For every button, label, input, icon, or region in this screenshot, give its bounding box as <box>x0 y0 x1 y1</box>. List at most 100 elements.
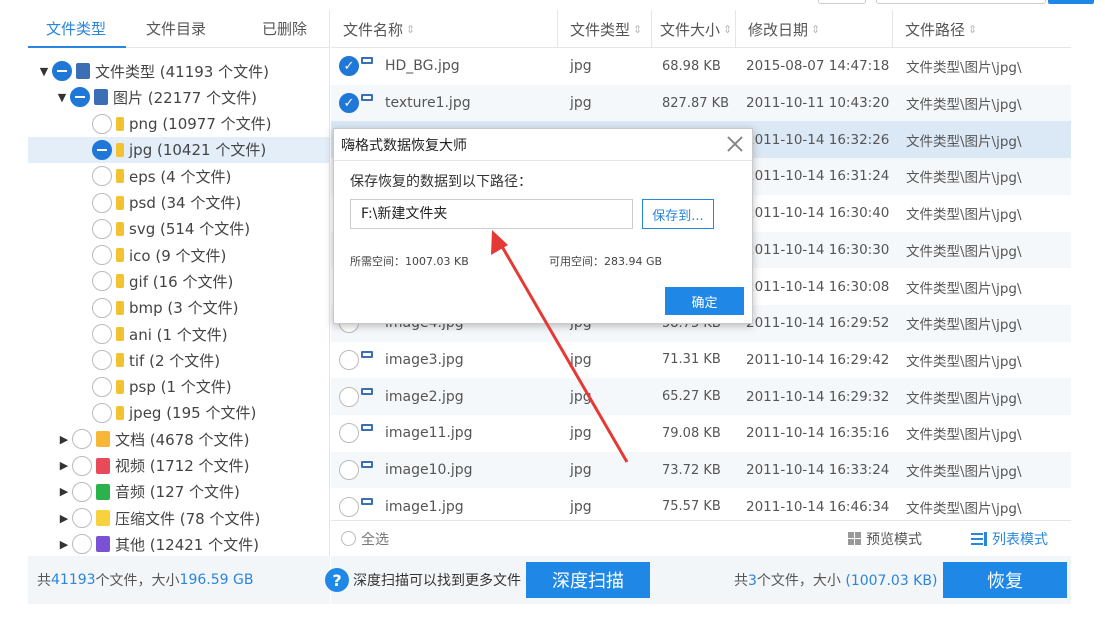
tree-node-ico[interactable]: ico (9 个文件) <box>28 242 329 268</box>
expand-right-icon[interactable]: ▶ <box>58 433 70 446</box>
summary-mid: 个文件，大小 <box>95 573 180 589</box>
tree-node-other[interactable]: ▶ 其他 (12421 个文件) <box>58 531 259 557</box>
select-all[interactable]: 全选 <box>331 529 389 549</box>
tree-node-other[interactable]: ▶ 视频 (1712 个文件) <box>58 453 249 479</box>
expand-down-icon[interactable]: ▼ <box>38 65 50 78</box>
toolbar-dropdown[interactable] <box>818 0 866 4</box>
row-checkbox[interactable]: ✓ <box>339 56 359 77</box>
file-icon <box>116 274 124 289</box>
row-checkbox[interactable] <box>339 349 359 370</box>
tree-checkbox[interactable] <box>92 113 112 134</box>
file-type: jpg <box>570 425 592 442</box>
tree-node-bmp[interactable]: bmp (3 个文件) <box>28 295 329 321</box>
select-all-label: 全选 <box>361 531 389 548</box>
tree-checkbox[interactable] <box>72 508 92 529</box>
tree-checkbox[interactable] <box>70 87 90 108</box>
tree-checkbox[interactable] <box>92 376 112 397</box>
file-icon <box>116 195 124 210</box>
search-button[interactable] <box>1048 0 1094 4</box>
tree-checkbox[interactable] <box>72 534 92 555</box>
tree-checkbox[interactable] <box>92 139 112 160</box>
tree-node-gif[interactable]: gif (16 个文件) <box>28 268 329 294</box>
tree-checkbox[interactable] <box>92 271 112 292</box>
search-box[interactable] <box>876 0 1046 4</box>
category-icon <box>96 510 110 527</box>
tree-node-psp[interactable]: psp (1 个文件) <box>28 374 329 400</box>
table-row[interactable]: image3.jpg jpg 71.31 KB 2011-10-14 16:29:42… <box>331 342 1071 379</box>
col-file-type[interactable]: 文件类型 ⇕ <box>558 10 652 48</box>
list-mode-button[interactable]: 列表模式 <box>971 529 1048 549</box>
tree-node-tif[interactable]: tif (2 个文件) <box>28 347 329 373</box>
row-checkbox[interactable]: ✓ <box>339 93 359 114</box>
confirm-button[interactable]: 确定 <box>665 287 744 315</box>
col-file-name[interactable]: 文件名称 ⇕ <box>331 10 558 48</box>
tree-node-other[interactable]: ▶ 音频 (127 个文件) <box>58 479 240 505</box>
tree-checkbox[interactable] <box>92 350 112 371</box>
tree-checkbox[interactable] <box>92 402 112 423</box>
col-file-path[interactable]: 文件路径 ⇕ <box>893 10 1071 48</box>
tree-checkbox[interactable] <box>72 429 92 450</box>
summary-prefix: 共 <box>37 573 51 589</box>
tree-label: gif (16 个文件) <box>129 272 234 291</box>
file-name-cell: ✓ HD_BG.jpg <box>331 56 558 77</box>
tree-node-jpeg[interactable]: jpeg (195 个文件) <box>28 400 329 426</box>
file-size: 65.27 KB <box>662 389 721 405</box>
total-file-count: 41193 <box>51 572 96 588</box>
tree-checkbox[interactable] <box>92 192 112 213</box>
preview-mode-button[interactable]: 预览模式 <box>848 529 922 549</box>
col-modified-date[interactable]: 修改日期 ⇕ <box>736 10 893 48</box>
tree-checkbox[interactable] <box>92 324 112 344</box>
tree-checkbox[interactable] <box>92 297 112 318</box>
row-checkbox[interactable] <box>339 423 359 444</box>
modified-date: 2015-08-07 14:47:18 <box>746 58 890 75</box>
table-row[interactable]: image10.jpg jpg 73.72 KB 2011-10-14 16:33:2… <box>331 451 1071 489</box>
tree-node-svg[interactable]: svg (514 个文件) <box>28 216 329 242</box>
save-path-input[interactable]: F:\新建文件夹 <box>350 199 633 229</box>
tree-node-other[interactable]: ▶ 压缩文件 (78 个文件) <box>58 505 260 531</box>
tree-label: psp (1 个文件) <box>129 378 232 397</box>
tree-node-png[interactable]: png (10977 个文件) <box>28 111 329 137</box>
tree-label: psd (34 个文件) <box>129 194 242 212</box>
expand-right-icon[interactable]: ▶ <box>58 459 70 472</box>
recover-button[interactable]: 恢复 <box>943 562 1067 598</box>
dialog-label: 保存恢复的数据到以下路径： <box>350 174 532 190</box>
help-question-icon[interactable]: ? <box>325 568 349 592</box>
row-checkbox[interactable] <box>339 496 359 517</box>
expand-down-icon[interactable]: ▼ <box>56 91 68 104</box>
tree-checkbox[interactable] <box>92 245 112 266</box>
tree-checkbox[interactable] <box>72 455 92 476</box>
tree-node-ani[interactable]: ani (1 个文件) <box>28 321 329 347</box>
deep-scan-button[interactable]: 深度扫描 <box>526 562 650 598</box>
tree-node-psd[interactable]: psd (34 个文件) <box>28 190 329 216</box>
expand-right-icon[interactable]: ▶ <box>58 485 70 498</box>
save-to-button[interactable]: 保存到... <box>642 199 714 229</box>
tree-checkbox[interactable] <box>72 481 92 502</box>
row-checkbox[interactable] <box>339 460 359 481</box>
file-name: image10.jpg <box>385 462 473 479</box>
select-all-checkbox[interactable] <box>341 531 356 546</box>
file-icon <box>116 221 124 236</box>
table-row[interactable]: ✓ HD_BG.jpg jpg 68.98 KB 2015-08-07 14:47:18… <box>331 48 1071 85</box>
tree-node-root[interactable]: ▼ 文件类型 (41193 个文件) <box>38 58 269 84</box>
tab-deleted[interactable]: 已删除 <box>226 10 327 48</box>
col-file-size[interactable]: 文件大小 ⇕ <box>652 10 736 48</box>
tree-node-other[interactable]: ▶ 文档 (4678 个文件) <box>58 426 249 452</box>
tab-file-directory[interactable]: 文件目录 <box>126 10 226 48</box>
tree-checkbox[interactable] <box>92 166 112 187</box>
tree-checkbox[interactable] <box>92 218 112 239</box>
table-row[interactable]: ✓ texture1.jpg jpg 827.87 KB 2011-10-11 10:4… <box>331 84 1071 122</box>
table-row[interactable]: image11.jpg jpg 79.08 KB 2011-10-14 16:35:1… <box>331 415 1071 452</box>
tree-node-images[interactable]: ▼ 图片 (22177 个文件) <box>56 84 257 110</box>
tree-node-jpg[interactable]: jpg (10421 个文件) <box>28 136 329 163</box>
table-row[interactable]: image2.jpg jpg 65.27 KB 2011-10-14 16:29:32… <box>331 378 1071 415</box>
tree-node-eps[interactable]: eps (4 个文件) <box>28 163 329 189</box>
grid-icon <box>848 532 861 545</box>
close-icon[interactable] <box>724 133 746 155</box>
file-name-cell: image1.jpg <box>331 496 558 517</box>
tree-checkbox[interactable] <box>52 61 72 81</box>
file-icon <box>116 116 124 131</box>
expand-right-icon[interactable]: ▶ <box>58 538 70 551</box>
row-checkbox[interactable] <box>339 386 359 407</box>
tab-file-type[interactable]: 文件类型 <box>28 10 127 48</box>
expand-right-icon[interactable]: ▶ <box>58 512 70 525</box>
